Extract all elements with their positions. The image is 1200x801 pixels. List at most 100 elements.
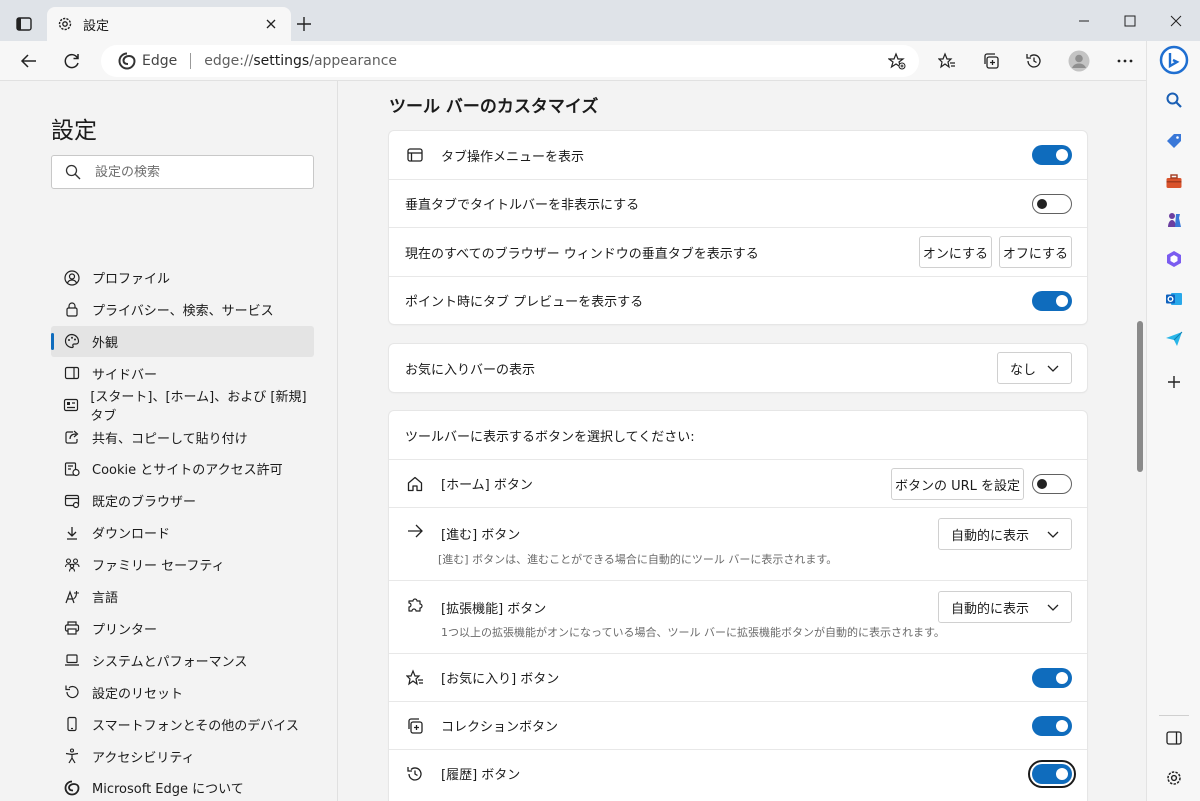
turn-off-vertical-tabs-button[interactable]: オフにする [999, 236, 1072, 268]
sidebar-shopping-button[interactable] [1158, 125, 1190, 157]
sidebar-send-button[interactable] [1158, 323, 1190, 355]
sidebar-item-label: 言語 [92, 591, 119, 606]
more-menu-button[interactable] [1109, 45, 1141, 77]
sidebar-settings-button[interactable] [1158, 762, 1190, 794]
history-button[interactable] [1018, 45, 1050, 77]
sidebar-office-button[interactable] [1158, 243, 1190, 275]
collections-button[interactable] [975, 45, 1007, 77]
refresh-button[interactable] [56, 45, 88, 77]
home-button-row: [ホーム] ボタン ボタンの URL を設定 [389, 459, 1087, 507]
close-icon [266, 19, 276, 29]
sidebar-item-2[interactable]: 外観 [51, 325, 314, 357]
favorites-bar-row: お気に入りバーの表示 なし [389, 344, 1087, 392]
add-favorite-icon [888, 52, 906, 70]
sidebar-item-0[interactable]: プロファイル [51, 262, 314, 293]
search-icon [1166, 92, 1182, 108]
search-input[interactable] [95, 164, 295, 180]
sidebar-item-16[interactable]: Microsoft Edge について [51, 772, 314, 801]
sidebar-item-1[interactable]: プライバシー、検索、サービス [51, 294, 314, 325]
show-tab-actions-toggle[interactable] [1032, 145, 1072, 165]
sidebar-item-label: 設定のリセット [92, 686, 184, 702]
favorites-button-toggle[interactable] [1032, 668, 1072, 688]
address-separator [190, 53, 192, 69]
sidebar-item-15[interactable]: アクセシビリティ [51, 741, 314, 772]
favorites-bar-card: お気に入りバーの表示 なし [389, 344, 1087, 392]
site-name: Edge [142, 53, 178, 69]
gear-icon [58, 17, 72, 31]
extensions-button-desc: 1つ以上の拡張機能がオンになっている場合、ツール バーに拡張機能ボタンが自動的に… [441, 626, 945, 639]
history-button-toggle[interactable] [1028, 760, 1076, 788]
chevron-down-icon [1045, 527, 1061, 543]
tab-settings[interactable]: 設定 [47, 7, 291, 41]
extensions-button-select[interactable]: 自動的に表示 [938, 591, 1072, 623]
language-icon [63, 588, 81, 606]
favorites-button-label: [お気に入り] ボタン [441, 672, 560, 687]
settings-search[interactable] [51, 155, 314, 189]
paper-plane-icon [1166, 331, 1183, 346]
printer-icon [63, 619, 81, 637]
bing-copilot-button[interactable] [1158, 44, 1190, 76]
minimize-icon [1079, 20, 1089, 22]
edge-sidebar [1146, 41, 1200, 801]
tab-actions-menu-button[interactable] [10, 10, 38, 38]
maximize-button[interactable] [1107, 6, 1153, 36]
refresh-icon [64, 53, 79, 69]
sidebar-item-11[interactable]: プリンター [51, 613, 314, 644]
address-bar[interactable]: Edge edge://settings/appearance [101, 45, 919, 77]
family-icon [63, 556, 81, 574]
sidebar-item-10[interactable]: 言語 [51, 581, 314, 612]
sidebar-games-button[interactable] [1158, 204, 1190, 236]
share-icon [63, 428, 81, 446]
sidebar-item-4[interactable]: [スタート]、[ホーム]、および [新規] タブ [51, 390, 314, 424]
favorites-bar-value: なし [1010, 362, 1037, 378]
forward-button-select[interactable]: 自動的に表示 [938, 518, 1072, 550]
sidebar-add-button[interactable] [1158, 366, 1190, 398]
sidebar-item-label: サイドバー [92, 367, 158, 383]
tab-title: 設定 [83, 18, 110, 34]
content-scrollbar[interactable] [1135, 82, 1145, 801]
sidebar-item-13[interactable]: 設定のリセット [51, 677, 314, 708]
minimize-button[interactable] [1061, 6, 1107, 36]
hide-sidebar-button[interactable] [1158, 722, 1190, 754]
show-tab-actions-label: タブ操作メニューを表示 [441, 149, 585, 165]
sidebar-item-12[interactable]: システムとパフォーマンス [51, 645, 314, 676]
sidebar-search-button[interactable] [1158, 84, 1190, 116]
sidebar-item-6[interactable]: Cookie とサイトのアクセス許可 [51, 453, 314, 484]
sidebar-item-label: システムとパフォーマンス [92, 654, 248, 670]
favorites-bar-select[interactable]: なし [997, 352, 1072, 384]
close-tab-button[interactable] [261, 14, 281, 34]
sidebar-item-9[interactable]: ファミリー セーフティ [51, 549, 314, 580]
favorites-button[interactable] [931, 45, 963, 77]
chevron-down-icon [1045, 361, 1061, 377]
sidebar-item-7[interactable]: 既定のブラウザー [51, 485, 314, 516]
url-text: edge://settings/appearance [204, 53, 398, 69]
scrollbar-thumb[interactable] [1137, 321, 1143, 472]
sidebar-item-8[interactable]: ダウンロード [51, 517, 314, 548]
sidebar-item-3[interactable]: サイドバー [51, 358, 314, 389]
sidebar-outlook-button[interactable] [1158, 283, 1190, 315]
arrow-left-icon [20, 54, 36, 68]
sidebar-item-label: 外観 [92, 335, 119, 351]
sidebar-item-label: ファミリー セーフティ [92, 559, 225, 575]
sidebar-panel-icon [1166, 731, 1182, 745]
collections-button-label: コレクションボタン [441, 720, 559, 735]
settings-content: ツール バーのカスタマイズ タブ操作メニューを表示 垂直タブでタイトルバーを非表… [339, 81, 1146, 801]
reset-icon [63, 683, 81, 701]
home-button-toggle[interactable] [1032, 474, 1072, 494]
profile-button[interactable] [1063, 45, 1095, 77]
sidebar-item-5[interactable]: 共有、コピーして貼り付け [51, 422, 314, 453]
close-window-button[interactable] [1153, 6, 1199, 36]
collections-button-toggle[interactable] [1032, 716, 1072, 736]
sidebar-item-14[interactable]: スマートフォンとその他のデバイス [51, 709, 314, 740]
sidebar-tools-button[interactable] [1158, 165, 1190, 197]
hide-titlebar-toggle[interactable] [1032, 194, 1072, 214]
new-tab-button[interactable] [292, 12, 316, 36]
back-button[interactable] [13, 45, 45, 77]
tab-preview-toggle[interactable] [1032, 291, 1072, 311]
show-tab-actions-row: タブ操作メニューを表示 [389, 131, 1087, 179]
avatar-icon [1068, 50, 1090, 72]
set-button-url-button[interactable]: ボタンの URL を設定 [891, 468, 1024, 500]
extensions-button-row: [拡張機能] ボタン 1つ以上の拡張機能がオンになっている場合、ツール バーに拡… [389, 580, 1087, 653]
turn-on-vertical-tabs-button[interactable]: オンにする [919, 236, 992, 268]
plus-icon [297, 17, 311, 31]
